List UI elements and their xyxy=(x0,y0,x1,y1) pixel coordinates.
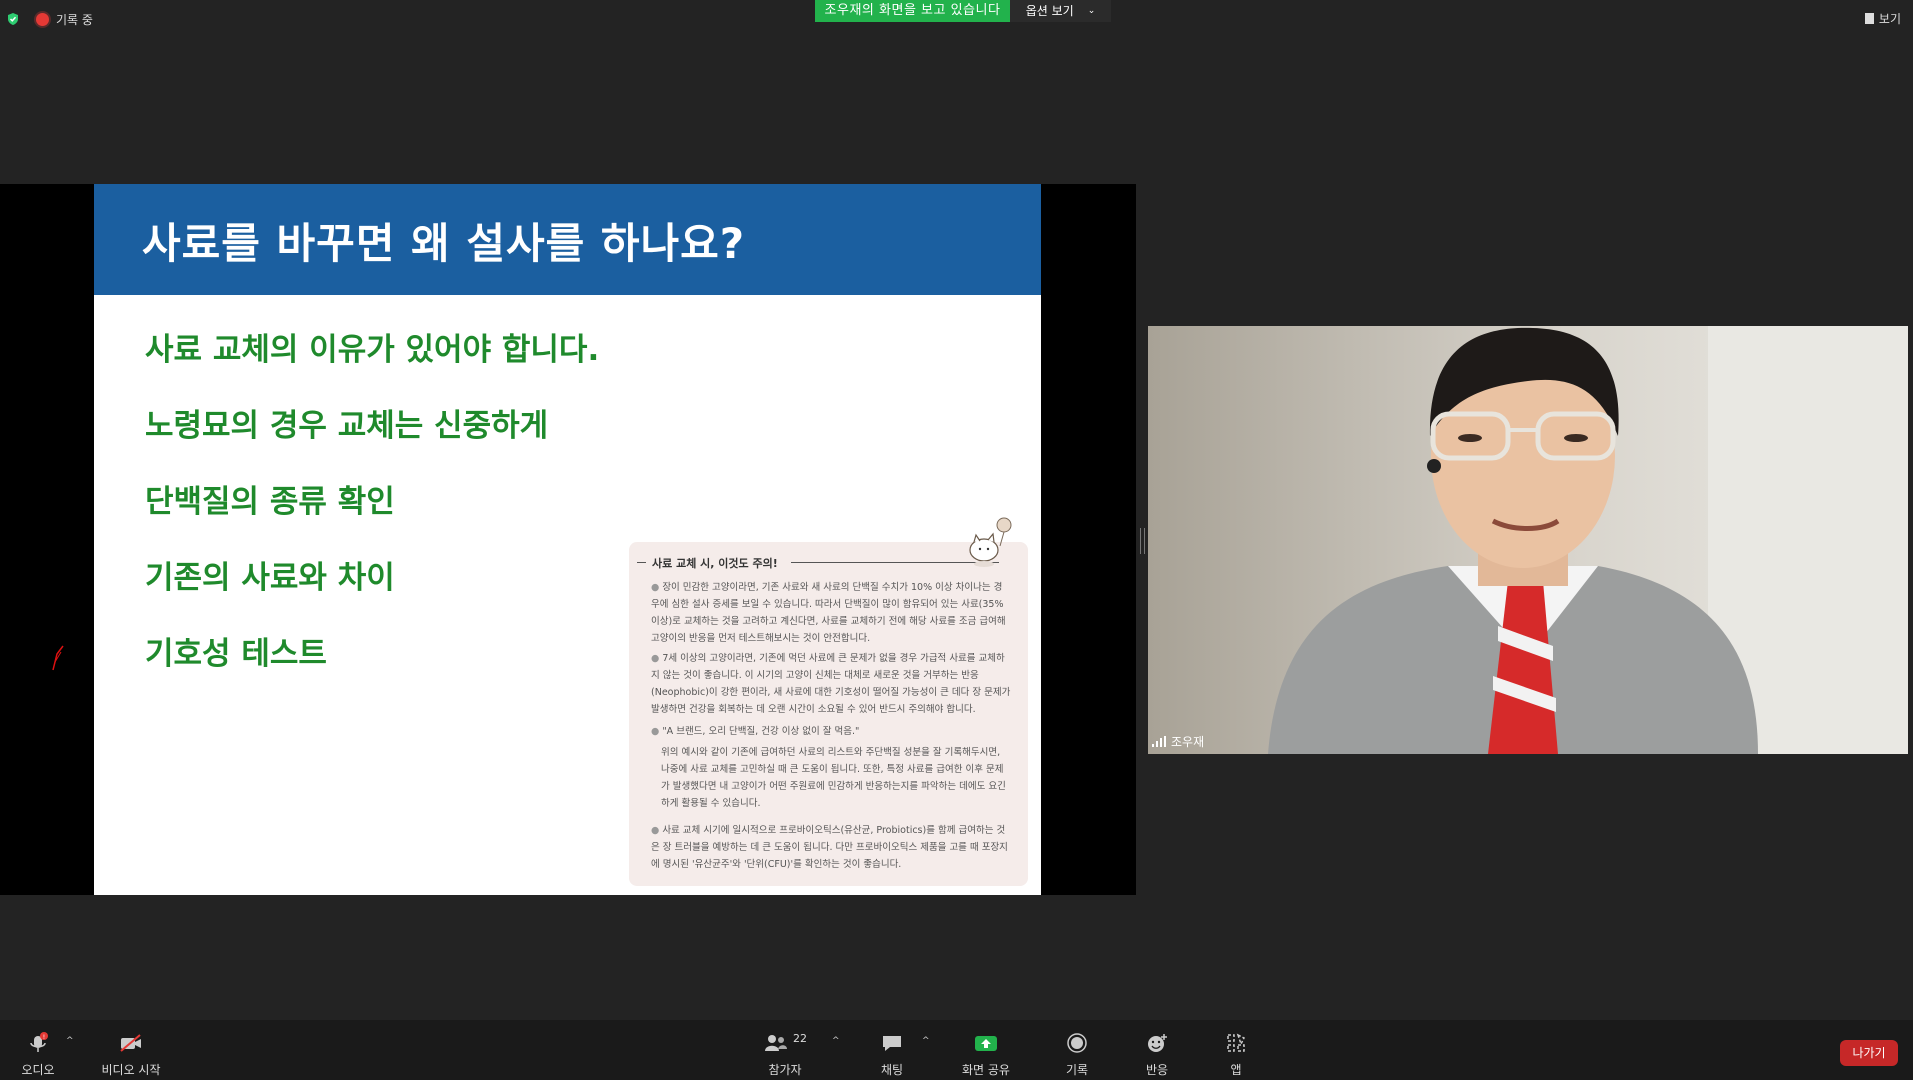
svg-text:!: ! xyxy=(43,1034,45,1041)
view-options-dropdown[interactable]: 옵션 보기 ⌄ xyxy=(1010,0,1111,22)
participants-icon xyxy=(765,1035,787,1051)
presentation-slide: 사료를 바꾸면 왜 설사를 하나요? 사료 교체의 이유가 있어야 합니다. 노… xyxy=(94,184,1041,895)
recording-indicator[interactable]: 기록 중 xyxy=(36,11,93,28)
caution-item: ● "A 브랜드, 오리 단백질, 건강 이상 없이 잘 먹음." xyxy=(651,726,860,737)
slide-title: 사료를 바꾸면 왜 설사를 하나요? xyxy=(142,219,746,268)
cat-mascot-illustration xyxy=(966,516,1014,568)
chevron-down-icon: ⌄ xyxy=(1087,6,1096,16)
caution-box: 사료 교체 시, 이것도 주의! ● 장이 민감한 고양이라면, 기존 사료와 … xyxy=(629,542,1028,886)
smiley-reaction-icon xyxy=(1148,1034,1167,1052)
caution-item: ● 사료 교체 시기에 일시적으로 프로바이오틱스(유산균, Probiotic… xyxy=(651,825,1008,870)
chat-label: 채팅 xyxy=(880,1063,904,1077)
security-shield-icon[interactable] xyxy=(6,12,20,26)
participants-options-caret[interactable]: ^ xyxy=(832,1036,840,1046)
apps-grid-icon xyxy=(1227,1033,1246,1052)
leave-meeting-button[interactable]: 나가기 xyxy=(1840,1040,1898,1066)
chat-bubble-icon xyxy=(883,1036,901,1051)
screen-sharing-banner: 조우재의 화면을 보고 있습니다 xyxy=(815,0,1010,22)
slide-point: 기존의 사료와 차이 xyxy=(145,560,395,596)
view-button[interactable]: 보기 xyxy=(1864,10,1901,27)
microphone-icon: ! xyxy=(30,1032,48,1052)
participant-name: 조우재 xyxy=(1171,735,1205,749)
view-layout-icon xyxy=(1864,13,1874,24)
chat-options-caret[interactable]: ^ xyxy=(922,1036,930,1046)
start-video-button[interactable]: 비디오 시작 xyxy=(95,1032,167,1078)
apps-button[interactable]: 앱 xyxy=(1224,1032,1248,1078)
participants-button[interactable]: 22 참가자 xyxy=(762,1032,808,1078)
participant-video[interactable] xyxy=(1148,326,1908,754)
participants-label: 참가자 xyxy=(768,1063,802,1077)
record-button[interactable]: 기록 xyxy=(1062,1032,1092,1078)
annotation-pointer xyxy=(37,640,69,794)
reactions-label: 반응 xyxy=(1145,1063,1169,1077)
record-label: 기록 xyxy=(1065,1063,1089,1077)
reactions-button[interactable]: 반응 xyxy=(1142,1032,1172,1078)
video-off-icon xyxy=(120,1034,141,1052)
slide-header: 사료를 바꾸면 왜 설사를 하나요? xyxy=(94,184,1041,295)
share-screen-button[interactable]: 화면 공유 xyxy=(956,1032,1016,1078)
share-screen-label: 화면 공유 xyxy=(962,1063,1010,1077)
audio-options-caret[interactable]: ^ xyxy=(66,1036,74,1046)
caution-item: 위의 예시와 같이 기존에 급여하던 사료의 리스트와 주단백질 성분을 잘 기… xyxy=(661,747,1006,809)
audio-button[interactable]: ! 오디오 xyxy=(18,1032,58,1078)
slide-point: 단백질의 종류 확인 xyxy=(145,484,395,520)
slide-point: 노령묘의 경우 교체는 신중하게 xyxy=(145,408,549,444)
caution-box-title: 사료 교체 시, 이것도 주의! xyxy=(652,557,778,570)
share-screen-icon xyxy=(975,1036,997,1051)
apps-label: 앱 xyxy=(1230,1063,1242,1077)
record-icon xyxy=(1067,1033,1087,1053)
slide-point: 사료 교체의 이유가 있어야 합니다. xyxy=(145,332,600,368)
video-label: 비디오 시작 xyxy=(101,1063,161,1077)
participants-count: 22 xyxy=(793,1031,807,1045)
divider xyxy=(637,562,646,563)
participant-name-tag: 조우재 xyxy=(1152,733,1204,750)
record-dot-icon xyxy=(36,13,49,26)
view-options-label: 옵션 보기 xyxy=(1025,4,1074,18)
recording-label: 기록 중 xyxy=(56,13,93,27)
caution-item: ● 장이 민감한 고양이라면, 기존 사료와 새 사료의 단백질 수치가 10%… xyxy=(651,582,1006,644)
resize-handle[interactable] xyxy=(1140,528,1145,554)
slide-point: 기호성 테스트 xyxy=(145,636,327,672)
participant-video-frame xyxy=(1148,326,1908,754)
signal-strength-icon xyxy=(1152,736,1166,747)
audio-label: 오디오 xyxy=(21,1063,55,1077)
view-label: 보기 xyxy=(1878,12,1901,26)
caution-item: ● 7세 이상의 고양이라면, 기존에 먹던 사료에 큰 문제가 없을 경우 가… xyxy=(651,653,1011,715)
chat-button[interactable]: 채팅 xyxy=(876,1032,908,1078)
